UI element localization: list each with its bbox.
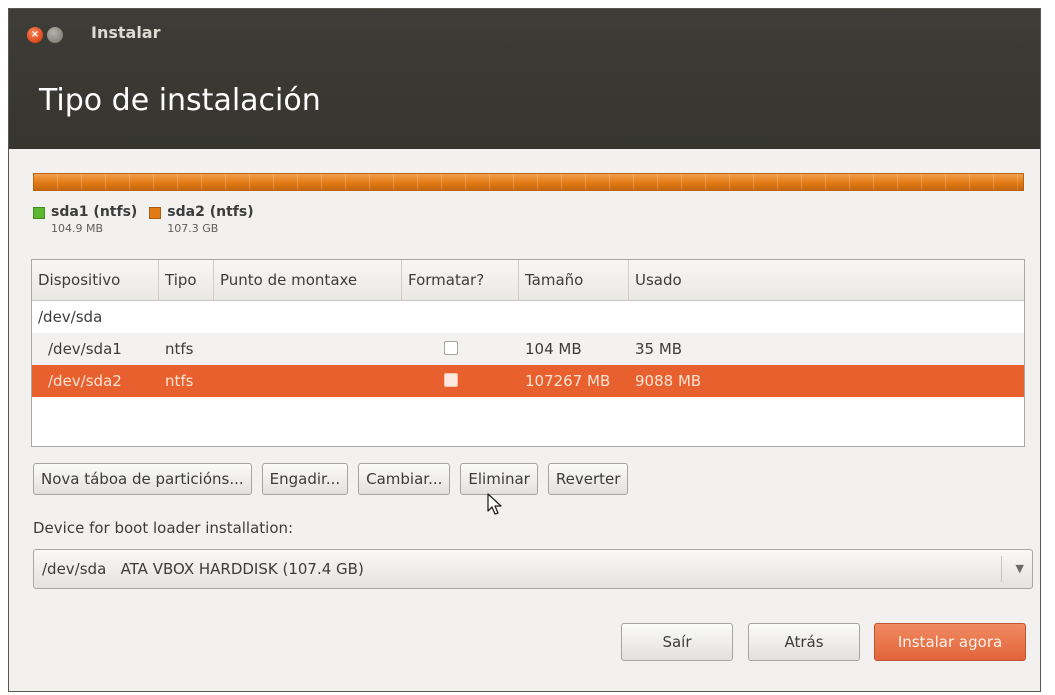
delete-partition-button[interactable]: Eliminar bbox=[460, 463, 538, 495]
table-row-selected[interactable]: /dev/sda2 ntfs 107267 MB 9088 MB bbox=[32, 365, 1024, 397]
cell-type bbox=[159, 301, 214, 333]
sda1-color-swatch bbox=[33, 207, 45, 219]
cell-format bbox=[402, 333, 519, 365]
partition-segment-sda2 bbox=[34, 174, 1023, 190]
partition-actions: Nova táboa de particións... Engadir... C… bbox=[33, 463, 629, 495]
table-row[interactable]: /dev/sda bbox=[32, 301, 1024, 333]
window-title: Instalar bbox=[91, 23, 161, 42]
column-header-size[interactable]: Tamaño bbox=[519, 260, 629, 300]
cell-size bbox=[519, 301, 629, 333]
cell-used: 9088 MB bbox=[635, 372, 702, 390]
change-partition-button[interactable]: Cambiar... bbox=[358, 463, 451, 495]
legend-size: 104.9 MB bbox=[51, 222, 104, 235]
column-header-format[interactable]: Formatar? bbox=[402, 260, 519, 300]
column-header-device[interactable]: Dispositivo bbox=[32, 260, 159, 300]
legend-name: sda1 (ntfs) bbox=[51, 204, 138, 220]
cell-mount bbox=[214, 365, 402, 397]
legend-item-sda1: sda1 (ntfs) 104.9 MB bbox=[33, 204, 137, 235]
format-checkbox[interactable] bbox=[444, 341, 458, 355]
cell-size: 104 MB bbox=[525, 340, 582, 358]
table-row[interactable]: /dev/sda1 ntfs 104 MB 35 MB bbox=[32, 333, 1024, 365]
cell-type: ntfs bbox=[165, 372, 194, 390]
cell-device: /dev/sda bbox=[38, 308, 103, 326]
boot-loader-device-select[interactable]: /dev/sda ATA VBOX HARDDISK (107.4 GB) ▼ bbox=[33, 549, 1033, 589]
cell-used bbox=[629, 301, 1024, 333]
column-header-used[interactable]: Usado bbox=[629, 260, 1024, 300]
table-header: Dispositivo Tipo Punto de montaxe Format… bbox=[32, 260, 1024, 301]
dropdown-arrow-icon[interactable]: ▼ bbox=[1016, 550, 1024, 588]
cell-mount bbox=[214, 333, 402, 365]
legend-name: sda2 (ntfs) bbox=[167, 204, 254, 220]
legend-size: 107.3 GB bbox=[167, 222, 219, 235]
install-now-button[interactable]: Instalar agora bbox=[874, 623, 1026, 661]
cell-format bbox=[402, 365, 519, 397]
add-partition-button[interactable]: Engadir... bbox=[261, 463, 349, 495]
page-title: Tipo de instalación bbox=[39, 83, 321, 118]
cell-format bbox=[402, 301, 519, 333]
cell-mount bbox=[214, 301, 402, 333]
combo-separator bbox=[1001, 556, 1002, 582]
format-checkbox[interactable] bbox=[444, 373, 458, 387]
cell-size: 107267 MB bbox=[525, 372, 611, 390]
cell-device: /dev/sda1 bbox=[48, 340, 122, 358]
partition-table[interactable]: Dispositivo Tipo Punto de montaxe Format… bbox=[31, 259, 1025, 447]
sda2-color-swatch bbox=[149, 207, 162, 219]
back-button[interactable]: Atrás bbox=[748, 623, 860, 661]
partition-bar bbox=[33, 173, 1024, 191]
mouse-cursor-icon bbox=[487, 493, 502, 515]
window-controls: × bbox=[27, 27, 63, 43]
cell-device: /dev/sda2 bbox=[48, 372, 122, 390]
title-bar: × Instalar Tipo de instalación bbox=[9, 9, 1040, 149]
close-window-button[interactable]: × bbox=[27, 27, 43, 43]
boot-loader-selected-value: /dev/sda ATA VBOX HARDDISK (107.4 GB) bbox=[42, 560, 364, 578]
revert-button[interactable]: Reverter bbox=[547, 463, 629, 495]
column-header-mount[interactable]: Punto de montaxe bbox=[214, 260, 402, 300]
partition-legend: sda1 (ntfs) 104.9 MB sda2 (ntfs) 107.3 G… bbox=[33, 204, 254, 235]
minimize-window-button[interactable] bbox=[47, 27, 63, 43]
new-partition-table-button[interactable]: Nova táboa de particións... bbox=[33, 463, 252, 495]
boot-loader-label: Device for boot loader installation: bbox=[33, 519, 294, 537]
legend-item-sda2: sda2 (ntfs) 107.3 GB bbox=[149, 204, 254, 235]
cell-type: ntfs bbox=[165, 340, 194, 358]
quit-button[interactable]: Saír bbox=[621, 623, 733, 661]
cell-used: 35 MB bbox=[635, 340, 683, 358]
installer-window: × Instalar Tipo de instalación sda1 (ntf… bbox=[8, 8, 1041, 692]
column-header-type[interactable]: Tipo bbox=[159, 260, 214, 300]
